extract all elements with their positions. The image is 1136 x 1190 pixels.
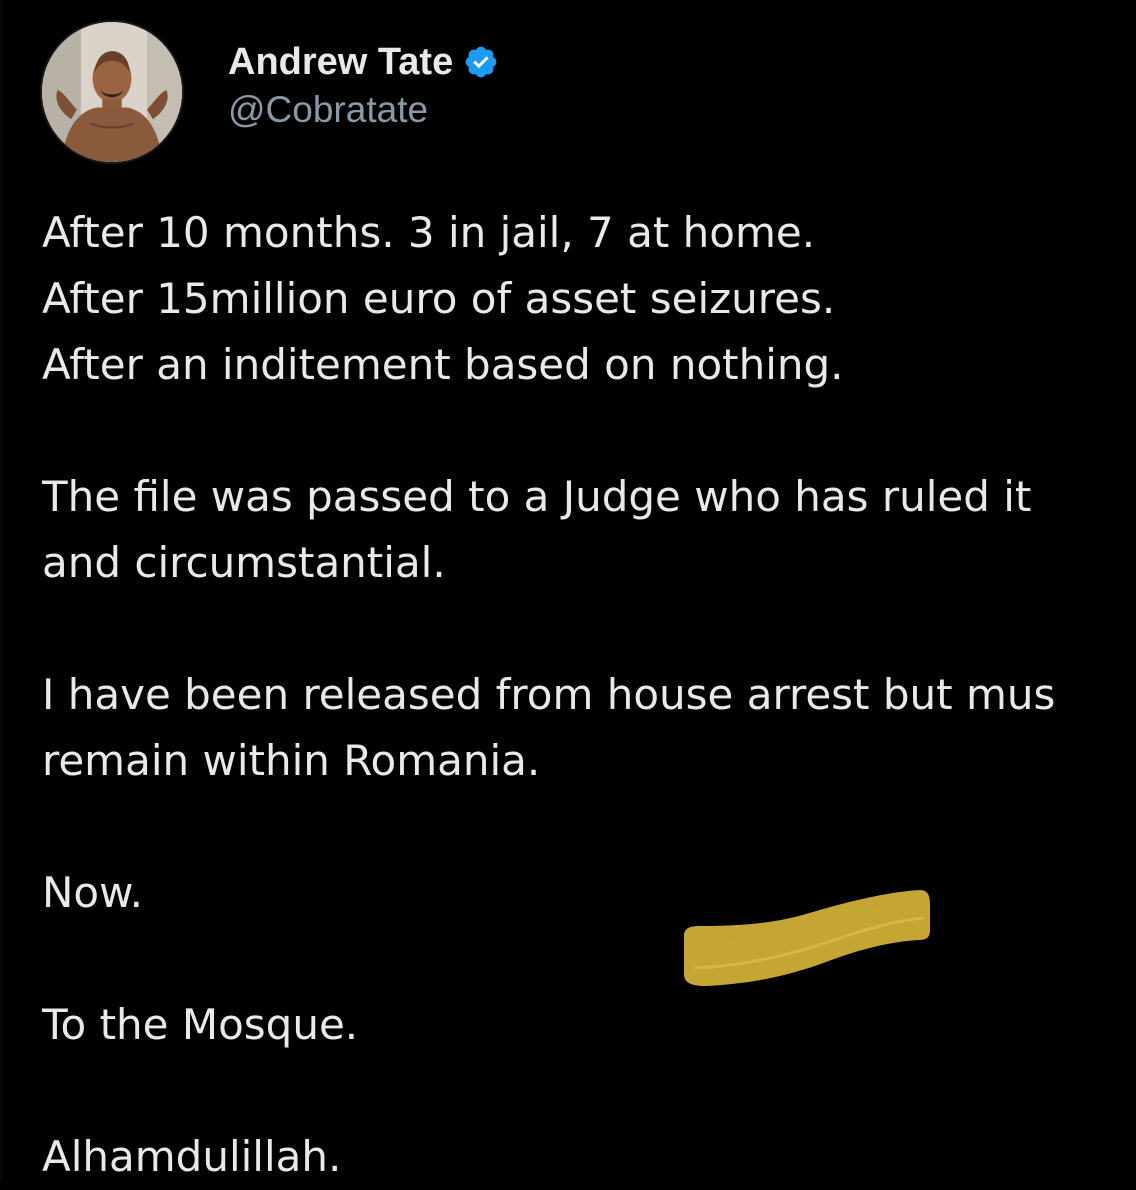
marker-scribble: [684, 890, 930, 986]
avatar[interactable]: [40, 20, 184, 164]
author-info: Andrew Tate @Cobratate: [228, 38, 499, 134]
tweet-line: Now.: [42, 868, 143, 917]
tweet-line: remain within Romania.: [42, 736, 541, 785]
author-handle[interactable]: @Cobratate: [228, 86, 499, 134]
tweet-line: Alhamdulillah.: [42, 1132, 342, 1181]
tweet-line: After 10 months. 3 in jail, 7 at home.: [42, 208, 816, 257]
tweet-line: After an inditement based on nothing.: [42, 340, 844, 389]
author-display-name[interactable]: Andrew Tate: [228, 38, 453, 86]
tweet: Andrew Tate @Cobratate After 10 months. …: [0, 0, 1136, 1181]
tweet-line: and circumstantial.: [42, 538, 446, 587]
tweet-line: To the Mosque.: [42, 1000, 359, 1049]
avatar-photo: [42, 22, 182, 162]
left-edge-divider: [0, 0, 2, 1181]
tweet-line: The file was passed to a Judge who has r…: [42, 472, 1032, 521]
tweet-line: After 15million euro of asset seizures.: [42, 274, 836, 323]
tweet-text: After 10 months. 3 in jail, 7 at home. A…: [42, 200, 1136, 1190]
tweet-line: I have been released from house arrest b…: [42, 670, 1056, 719]
verified-badge-icon: [463, 44, 499, 80]
author-name-row: Andrew Tate: [228, 38, 499, 86]
